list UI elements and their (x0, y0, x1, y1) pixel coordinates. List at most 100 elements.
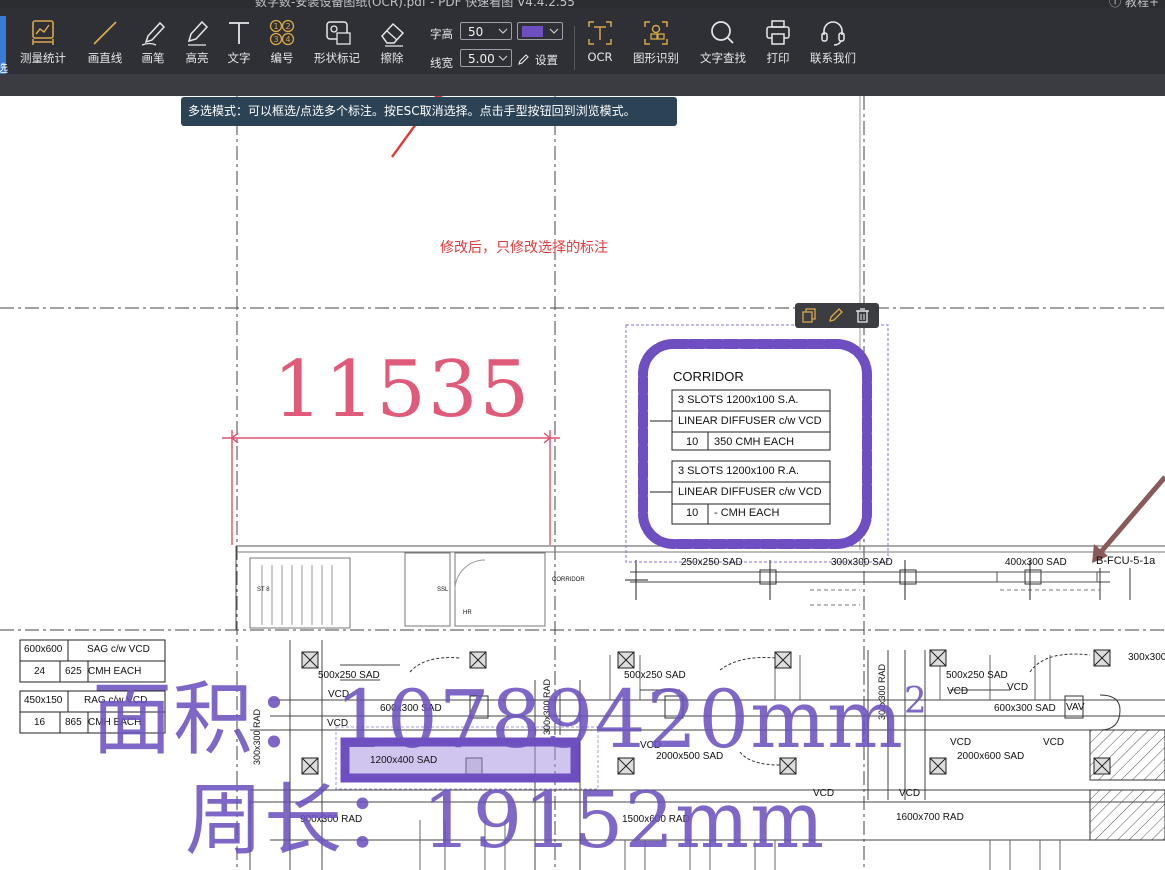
tool-contact[interactable]: 联系我们 (808, 18, 858, 70)
tool-pen[interactable]: 画笔 (136, 18, 170, 70)
tool-text-search[interactable]: 文字查找 (696, 18, 750, 70)
legend-cell: 625 (65, 666, 82, 677)
room-label: HR (463, 610, 472, 616)
line-width-value: 5.00 (468, 52, 495, 66)
svg-text:2: 2 (285, 22, 290, 31)
tool-erase[interactable]: 擦除 (375, 18, 409, 70)
perimeter-label: 周长：19152mm (185, 776, 826, 866)
window-title: 数字数-安装设备图纸(OCR).pdf - PDF 快速看图 V4.4.2.55 (255, 0, 575, 8)
tool-label: 打印 (766, 51, 790, 65)
measure-stats-icon (32, 20, 54, 45)
chevron-down-icon (549, 28, 559, 34)
room-label: ST 8 (257, 587, 270, 593)
corridor-row: LINEAR DIFFUSER c/w VCD (678, 415, 822, 427)
perimeter-measurement[interactable]: 周长：19152mm (185, 758, 825, 870)
dimension-line[interactable] (222, 430, 560, 545)
tool-line[interactable]: 画直线 (84, 18, 126, 70)
text-icon (229, 22, 249, 44)
settings-pen-icon (518, 54, 529, 65)
copy-icon[interactable] (801, 307, 818, 324)
tool-shape-recognize[interactable]: 图形识别 (630, 18, 682, 70)
chevron-down-icon (498, 28, 508, 34)
tool-label: 图形识别 (633, 51, 679, 65)
printer-icon (766, 20, 790, 45)
corridor-row: 350 CMH EACH (714, 436, 795, 448)
corridor-row: 10 (686, 507, 699, 519)
tool-label: 测量统计 (20, 51, 66, 65)
legend-cell: 450x150 (24, 695, 63, 706)
arrow-annotation[interactable] (1092, 475, 1165, 563)
room-label: SSL (437, 587, 449, 593)
font-size-select[interactable]: 50 (460, 22, 512, 40)
tool-shape-mark[interactable]: 形状标记 (310, 18, 364, 70)
legend-cell: 865 (65, 717, 82, 728)
vcd-label: VCD (947, 686, 969, 697)
ocr-icon (588, 21, 612, 45)
shape-mark-icon (326, 21, 351, 45)
eraser-icon (381, 22, 405, 47)
duct-label: 400x300 SAD (1005, 557, 1067, 568)
dimension-value[interactable]: 11535 (273, 345, 531, 435)
tool-label: 画笔 (141, 51, 165, 65)
area-superscript: 2 (903, 681, 928, 722)
legend-cell: SAG c/w VCD (87, 644, 150, 655)
tool-ocr[interactable]: OCR (582, 18, 618, 70)
corridor-row: 3 SLOTS 1200x100 S.A. (678, 394, 799, 406)
pen-icon (141, 21, 166, 46)
vcd-label: VCD (1007, 682, 1029, 693)
area-measurement[interactable]: 面积：10789420mm2 (92, 655, 928, 771)
tool-label: 画直线 (87, 51, 123, 65)
legend-cell: 16 (34, 717, 46, 728)
toolbar-divider (574, 26, 575, 70)
corridor-title: CORRIDOR (673, 369, 744, 384)
tool-label: OCR (587, 50, 613, 64)
svg-text:3: 3 (273, 35, 278, 44)
room-label: CORRIDOR (552, 577, 585, 583)
svg-text:1: 1 (273, 22, 278, 31)
fcu-label: B-FCU-5-1a (1096, 555, 1156, 567)
duct-label: 300x300 (1128, 652, 1165, 663)
area-label: 面积：10789420mm (92, 673, 904, 766)
vcd-label: VCD (899, 788, 921, 799)
red-text-note[interactable]: 修改后，只修改选择的标注 (440, 237, 608, 257)
duct-label: 500x250 SAD (946, 670, 1008, 681)
multi-select-tool[interactable]: 选 (0, 16, 8, 76)
duct-label: 1600x700 RAD (896, 812, 964, 823)
line-width-select[interactable]: 5.00 (460, 49, 512, 67)
annotation-mini-toolbar (795, 303, 879, 328)
toolbar-subbar (0, 74, 1165, 96)
tool-measure-stats[interactable]: 测量统计 (16, 18, 70, 70)
color-select[interactable] (517, 22, 563, 40)
search-icon (711, 21, 734, 44)
tool-label: 编号 (270, 51, 294, 65)
main-toolbar: 选 测量统计 画直线 画笔 高亮 文字 1 2 3 4 编号 形状标记 擦除 字… (0, 8, 1165, 76)
tool-label: 联系我们 (810, 51, 856, 65)
font-size-value: 50 (468, 25, 484, 39)
numbering-icon: 1 2 3 4 (269, 19, 295, 46)
tutorial-link[interactable]: ⓘ 教程+ (1109, 0, 1159, 8)
corridor-row: 10 (686, 436, 699, 448)
tool-text[interactable]: 文字 (222, 18, 256, 70)
tool-number[interactable]: 1 2 3 4 编号 (265, 18, 299, 70)
vcd-label: VCD (950, 737, 972, 748)
corridor-row: 3 SLOTS 1200x100 R.A. (678, 465, 800, 477)
title-bar: 数字数-安装设备图纸(OCR).pdf - PDF 快速看图 V4.4.2.55… (0, 0, 1165, 8)
settings-label: 设置 (535, 53, 558, 67)
tool-label: 高亮 (185, 51, 209, 65)
legend-cell: 24 (34, 666, 46, 677)
corridor-row: LINEAR DIFFUSER c/w VCD (678, 486, 822, 498)
shape-recognize-icon (644, 21, 668, 45)
duct-label: 2000x600 SAD (957, 751, 1025, 762)
duct-label: 300x300 SAD (831, 557, 893, 568)
delete-icon[interactable] (854, 307, 871, 324)
font-size-label: 字高 (430, 27, 453, 41)
tool-print[interactable]: 打印 (762, 18, 794, 70)
headset-icon (821, 21, 845, 46)
edit-icon[interactable] (827, 307, 844, 324)
tool-label: 文字查找 (700, 51, 746, 65)
vav-label: VAV (1066, 702, 1085, 713)
tool-highlight[interactable]: 高亮 (180, 18, 214, 70)
tool-label: 文字 (227, 51, 251, 65)
line-width-label: 线宽 (430, 56, 453, 70)
corridor-row: - CMH EACH (714, 507, 780, 519)
